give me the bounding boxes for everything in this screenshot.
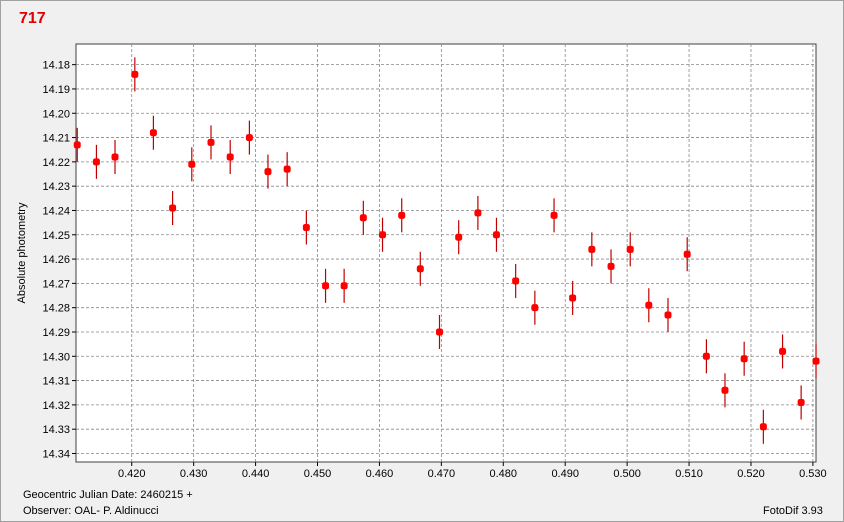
y-tick-label: 14.30 xyxy=(42,351,70,363)
y-tick-label: 14.33 xyxy=(42,424,70,436)
x-tick-label: 0.440 xyxy=(242,468,270,480)
x-tick-label: 0.520 xyxy=(737,468,765,480)
data-point xyxy=(245,134,253,142)
data-point xyxy=(226,153,234,161)
y-axis-label: Absolute photometry xyxy=(16,202,28,303)
x-tick-label: 0.530 xyxy=(799,468,827,480)
y-tick-label: 14.22 xyxy=(42,157,70,169)
software-label: FotoDif 3.93 xyxy=(763,505,823,517)
data-point xyxy=(702,352,710,360)
y-tick-label: 14.26 xyxy=(42,254,70,266)
data-point xyxy=(607,262,615,270)
data-point xyxy=(588,245,596,253)
plot-background xyxy=(75,43,817,463)
data-point xyxy=(302,223,310,231)
data-point xyxy=(435,328,443,336)
data-point xyxy=(359,214,367,222)
data-point xyxy=(740,355,748,363)
y-tick-label: 14.27 xyxy=(42,278,70,290)
x-tick-label: 0.420 xyxy=(118,468,146,480)
data-point xyxy=(721,386,729,394)
data-point xyxy=(474,209,482,217)
x-tick-label: 0.450 xyxy=(304,468,332,480)
data-point xyxy=(322,282,330,290)
x-tick-label: 0.480 xyxy=(490,468,518,480)
y-tick-label: 14.18 xyxy=(42,60,70,72)
data-point xyxy=(626,245,634,253)
data-point xyxy=(569,294,577,302)
data-point xyxy=(455,233,463,241)
y-tick-label: 14.31 xyxy=(42,376,70,388)
data-point xyxy=(207,138,215,146)
x-tick-label: 0.430 xyxy=(180,468,208,480)
data-point xyxy=(812,357,820,365)
y-tick-label: 14.19 xyxy=(42,84,70,96)
data-point xyxy=(111,153,119,161)
x-tick-label: 0.470 xyxy=(428,468,456,480)
data-point xyxy=(131,70,139,78)
y-tick-label: 14.23 xyxy=(42,181,70,193)
x-tick-label: 0.500 xyxy=(613,468,641,480)
data-point xyxy=(398,211,406,219)
y-tick-label: 14.32 xyxy=(42,400,70,412)
chart-window: 717 14.18 14.19 14.20 14.21 14.22 14.23 14.24 1… xyxy=(0,0,844,522)
data-point xyxy=(283,165,291,173)
x-axis: 0.420 0.430 0.440 0.450 0.460 0.470 0.480 0.490… xyxy=(118,462,827,480)
y-tick-label: 14.21 xyxy=(42,133,70,145)
y-tick-label: 14.24 xyxy=(42,205,70,217)
data-point xyxy=(264,168,272,176)
plot-area: 14.18 14.19 14.20 14.21 14.22 14.23 14.24 14.25… xyxy=(16,43,827,480)
data-point xyxy=(645,301,653,309)
y-tick-label: 14.20 xyxy=(42,108,70,120)
data-point xyxy=(92,158,100,166)
data-point xyxy=(340,282,348,290)
data-point xyxy=(149,129,157,137)
data-point xyxy=(188,160,196,168)
data-point xyxy=(683,250,691,258)
data-point xyxy=(531,304,539,312)
y-tick-label: 14.25 xyxy=(42,230,70,242)
data-point xyxy=(512,277,520,285)
x-tick-label: 0.490 xyxy=(551,468,579,480)
data-point xyxy=(73,141,81,149)
observer-label: Observer: OAL- P. Aldinucci xyxy=(23,505,159,517)
data-point xyxy=(664,311,672,319)
x-tick-label: 0.510 xyxy=(675,468,703,480)
data-point xyxy=(759,423,767,431)
data-point xyxy=(797,398,805,406)
y-tick-label: 14.28 xyxy=(42,303,70,315)
y-tick-label: 14.29 xyxy=(42,327,70,339)
y-tick-label: 14.34 xyxy=(42,448,70,460)
data-point xyxy=(779,347,787,355)
data-point xyxy=(492,231,500,239)
x-tick-label: 0.460 xyxy=(366,468,394,480)
data-point xyxy=(550,211,558,219)
y-axis: 14.18 14.19 14.20 14.21 14.22 14.23 14.24 14.25… xyxy=(42,60,76,460)
data-point xyxy=(379,231,387,239)
data-point xyxy=(416,265,424,273)
data-point xyxy=(169,204,177,212)
julian-date-label: Geocentric Julian Date: 2460215 + xyxy=(23,489,193,501)
